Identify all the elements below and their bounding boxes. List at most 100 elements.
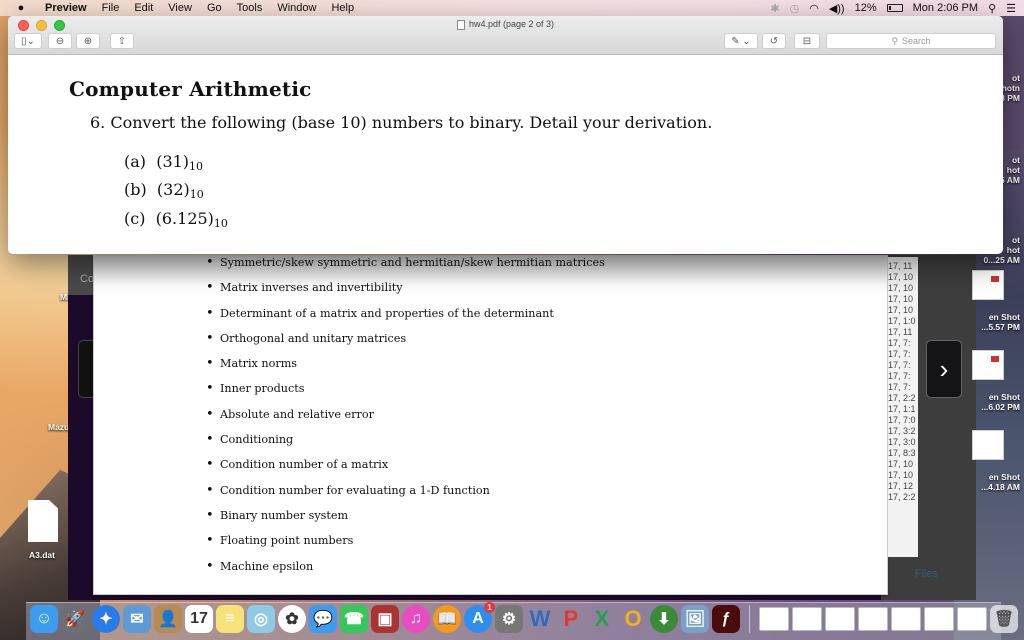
timestamp: 17, 7:	[888, 382, 911, 392]
volume-icon[interactable]: ◀))	[829, 2, 845, 15]
menu-view[interactable]: View	[168, 2, 192, 14]
wifi-icon[interactable]: ◠	[809, 2, 819, 15]
dock-minimized-window[interactable]	[792, 607, 822, 631]
dock-app-store-icon[interactable]: A1	[464, 602, 495, 633]
topic-item: Orthogonal and unitary matrices	[206, 332, 605, 357]
topic-item: Symmetric/skew symmetric and hermitian/s…	[206, 256, 605, 281]
menu-window[interactable]: Window	[277, 2, 316, 14]
sidebar-toggle-button[interactable]: ▯⌄	[14, 33, 42, 49]
topic-item: Condition number for evaluating a 1-D fu…	[206, 484, 605, 509]
dock-ibooks-icon[interactable]: 📖	[433, 605, 461, 633]
timestamp: 17, 2:2	[888, 492, 916, 502]
zoom-out-button[interactable]: ⊖	[48, 33, 72, 49]
desktop-file-a3dat[interactable]: A3.dat	[29, 550, 55, 560]
dock-calendar-icon[interactable]: 17	[185, 605, 213, 633]
dock-photos-icon[interactable]: ✿	[278, 605, 306, 633]
screenshot-thumbnail[interactable]	[972, 350, 1004, 380]
menu-tools[interactable]: Tools	[237, 2, 263, 14]
dock-safari-icon[interactable]: ✦	[92, 605, 120, 633]
timestamp: 17, 8:3	[888, 448, 916, 458]
dock-word-icon[interactable]: W	[526, 605, 554, 633]
notification-badge: 1	[484, 602, 495, 613]
screenshot-thumbnail[interactable]	[972, 430, 1004, 460]
spotlight-icon[interactable]: ⚲	[988, 2, 996, 15]
timestamp: 17, 12	[888, 481, 914, 491]
files-label[interactable]: Files	[915, 568, 938, 580]
menu-file[interactable]: File	[102, 2, 120, 14]
section-heading: Computer Arithmetic	[69, 77, 312, 101]
battery-percent[interactable]: 12%	[855, 2, 877, 14]
dock-messages-icon[interactable]: 💬	[309, 605, 337, 633]
notification-center-icon[interactable]: ☰	[1006, 2, 1016, 15]
preview-window: hw4.pdf (page 2 of 3) ▯⌄ ⊖ ⊕ ⇧ ✎ ⌄ ↺ ⊟ ⚲…	[8, 16, 1003, 254]
dock-finder-icon[interactable]: ☺	[30, 605, 58, 633]
markup-button[interactable]: ✎ ⌄	[724, 33, 758, 49]
bluetooth-icon[interactable]: ✱	[770, 2, 779, 15]
menu-app-name[interactable]: Preview	[45, 2, 87, 14]
dock-notes-icon[interactable]: ≡	[216, 605, 244, 633]
dock-downloader-icon[interactable]: ⬇	[650, 605, 678, 633]
dock-launchpad-icon[interactable]: 🚀	[61, 605, 89, 633]
dock-contacts-icon[interactable]: 👤	[154, 605, 182, 633]
zoom-in-button[interactable]: ⊕	[76, 33, 100, 49]
share-button[interactable]: ⇧	[110, 33, 134, 49]
menu-help[interactable]: Help	[331, 2, 354, 14]
search-placeholder: Search	[902, 36, 931, 46]
dock-minimized-window[interactable]	[957, 607, 987, 631]
menu-bar: ● Preview File Edit View Go Tools Window…	[0, 0, 1024, 16]
dock-minimized-window[interactable]	[924, 607, 954, 631]
dock-powerpoint-icon[interactable]: P	[557, 605, 585, 633]
search-input[interactable]: ⚲ Search	[826, 33, 996, 49]
document-icon	[456, 19, 465, 30]
dock-trash-icon[interactable]: 🗑	[990, 605, 1018, 633]
dock-photo-booth-icon[interactable]: ▣	[371, 605, 399, 633]
dock-preview-icon[interactable]: 🖼	[681, 605, 709, 633]
dock-minimized-window[interactable]	[891, 607, 921, 631]
timestamp: 17, 1:1	[888, 404, 916, 414]
timestamp: 17, 10	[888, 459, 914, 469]
dock-excel-icon[interactable]: X	[588, 605, 616, 633]
dock-mail-icon[interactable]: ✉	[123, 605, 151, 633]
dock-itunes-icon[interactable]: ♫	[402, 605, 430, 633]
dock-minimized-window[interactable]	[858, 607, 888, 631]
apple-menu-icon[interactable]: ●	[14, 2, 28, 14]
timestamp: 17, 7:0	[888, 415, 916, 425]
time-machine-icon[interactable]: ◷	[790, 2, 800, 15]
dock-document-stack[interactable]	[759, 607, 789, 631]
menu-go[interactable]: Go	[207, 2, 222, 14]
desktop-icon-label[interactable]: en Shot ...4.18 AM	[964, 472, 1020, 492]
desktop-icon-label[interactable]: Mazu	[48, 422, 69, 432]
screenshot-thumbnail[interactable]	[972, 270, 1004, 300]
timestamp: 17, 2:2	[888, 393, 916, 403]
rotate-icon: ↺	[769, 35, 779, 47]
sub-question-c: (c) (6.125)10	[124, 209, 228, 230]
dock-separator	[749, 605, 750, 633]
dock-outlook-icon[interactable]: O	[619, 605, 647, 633]
dock-system-preferences-icon[interactable]: ⚙	[495, 605, 523, 633]
timestamp: 17, 7:	[888, 371, 911, 381]
menu-edit[interactable]: Edit	[134, 2, 153, 14]
rotate-button[interactable]: ↺	[762, 33, 786, 49]
timestamp: 17, 10	[888, 470, 914, 480]
desktop-icon-label[interactable]: en Shot ...5.57 PM	[964, 312, 1020, 332]
status-area: ✱ ◷ ◠ ◀)) 12% Mon 2:06 PM ⚲ ☰	[770, 0, 1016, 16]
dock-icons: ☺ 🚀 ✦ ✉ 👤 17 ≡ ◎ ✿ 💬 ☎ ▣ ♫ 📖 A 1 ⚙ W P X O ⬇ 🖼 ƒ 🗑	[30, 602, 1018, 633]
sub-question-b: (b) (32)10	[124, 180, 204, 201]
desktop-icon-label[interactable]: en Shot ...6.02 PM	[964, 392, 1020, 412]
dock-minimized-window[interactable]	[825, 607, 855, 631]
pen-icon: ✎ ⌄	[731, 35, 751, 47]
background-document-page: Symmetric/skew symmetric and hermitian/s…	[93, 255, 888, 595]
battery-icon[interactable]	[886, 4, 903, 12]
timestamp: 17, 7:	[888, 349, 911, 359]
sidebar-icon: ▯⌄	[21, 35, 35, 47]
dock-maps-icon[interactable]: ◎	[247, 605, 275, 633]
dock-facetime-icon[interactable]: ☎	[340, 605, 368, 633]
next-page-button[interactable]: ›	[926, 340, 962, 398]
file-icon[interactable]	[28, 500, 58, 542]
share-icon: ⇧	[117, 35, 127, 47]
title-bar[interactable]: hw4.pdf (page 2 of 3) ▯⌄ ⊖ ⊕ ⇧ ✎ ⌄ ↺ ⊟ ⚲…	[8, 16, 1003, 55]
toolbox-button[interactable]: ⊟	[794, 33, 820, 49]
dock-flash-icon[interactable]: ƒ	[712, 605, 740, 633]
clock[interactable]: Mon 2:06 PM	[913, 2, 978, 14]
timestamp: 17, 7:	[888, 360, 911, 370]
